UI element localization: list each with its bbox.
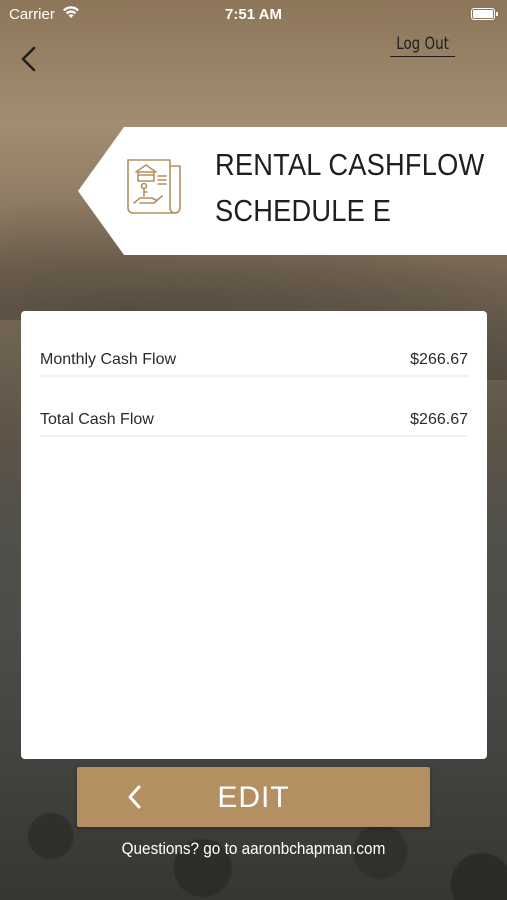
result-value: $266.67 (410, 411, 468, 428)
footer-link[interactable]: Questions? go to aaronbchapman.com (0, 839, 507, 859)
battery-icon (471, 8, 498, 20)
result-label: Monthly Cash Flow (40, 351, 177, 368)
page-title: RENTAL CASHFLOW SCHEDULE E (215, 142, 484, 234)
results-card: Monthly Cash Flow $266.67 Total Cash Flo… (21, 311, 487, 759)
status-time: 7:51 AM (225, 6, 282, 23)
result-value: $266.67 (410, 351, 468, 368)
edit-button[interactable]: EDIT (77, 767, 430, 827)
logout-link[interactable]: Log Out (390, 34, 456, 57)
result-row-total-cash-flow: Total Cash Flow $266.67 (40, 405, 468, 437)
edit-button-label: EDIT (217, 781, 290, 814)
footer-text: Questions? go to aaronbchapman.com (121, 839, 386, 858)
page-title-line2: SCHEDULE E (215, 193, 392, 228)
back-chevron-icon[interactable] (18, 44, 40, 74)
result-label: Total Cash Flow (40, 411, 154, 428)
status-bar: Carrier 7:51 AM (0, 0, 507, 28)
page-title-line1: RENTAL CASHFLOW (215, 147, 485, 182)
rental-document-icon (127, 159, 181, 214)
result-row-monthly-cash-flow: Monthly Cash Flow $266.67 (40, 345, 468, 377)
